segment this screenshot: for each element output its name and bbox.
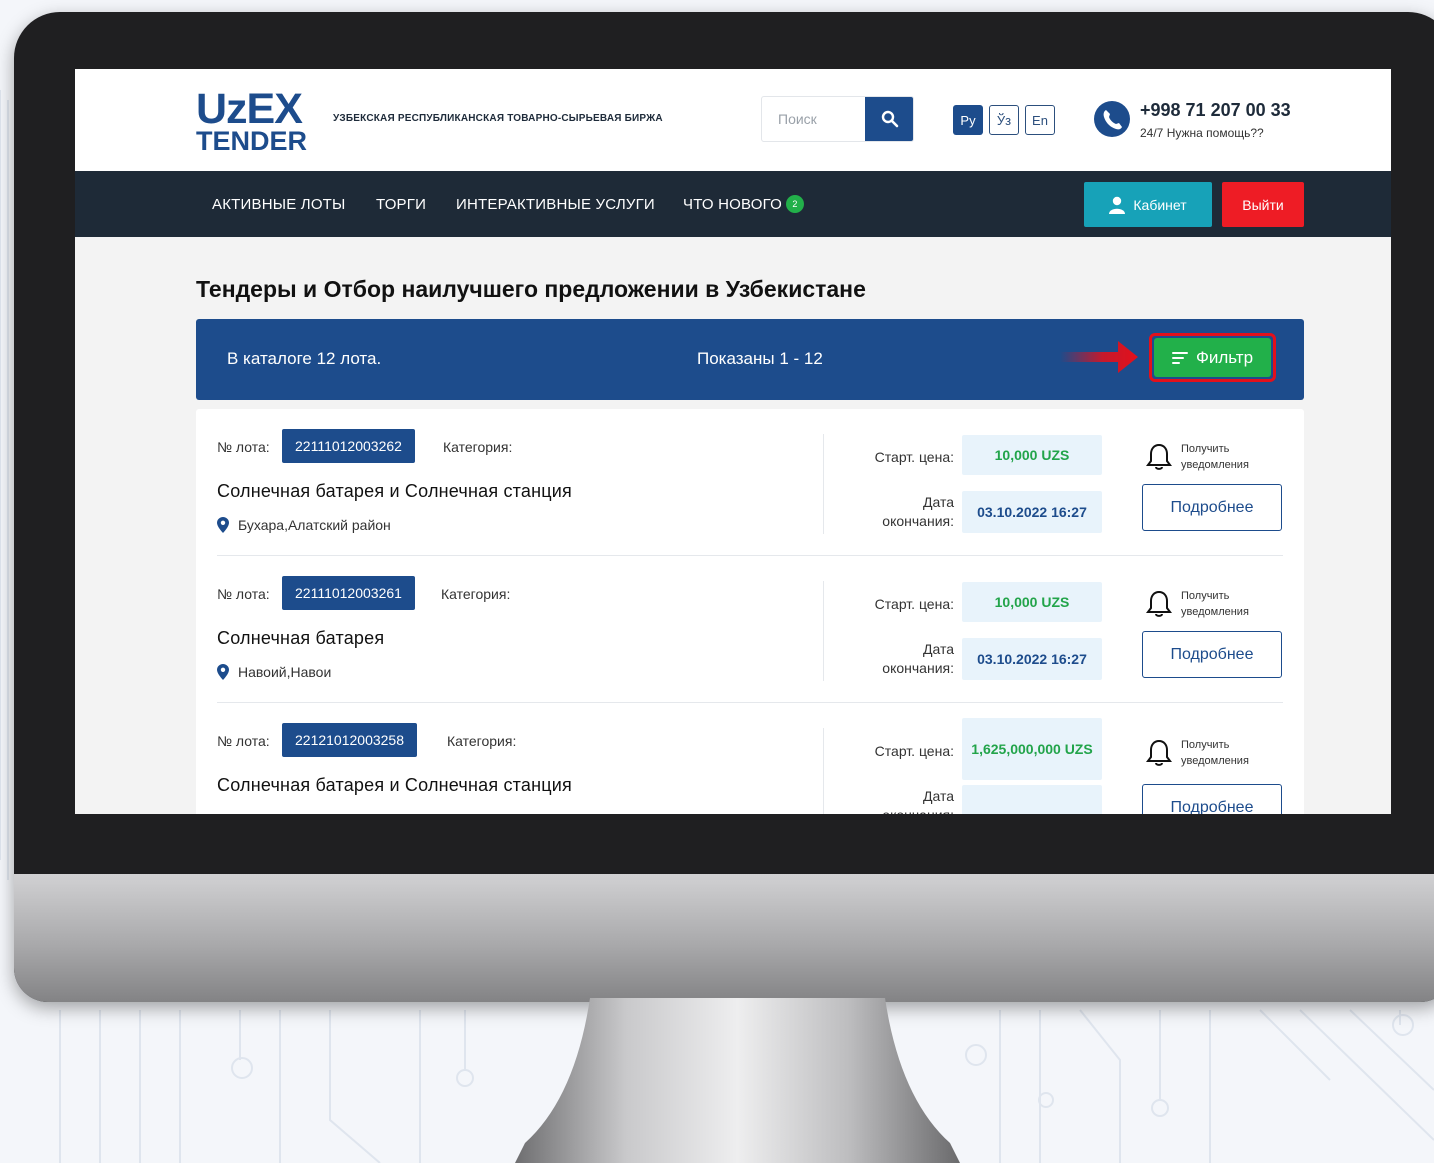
site-header: UzEX TENDER УЗБЕКСКАЯ РЕСПУБЛИКАНСКАЯ ТО… [75,69,1391,171]
arrow-right-icon [1060,341,1138,373]
filter-button[interactable]: Фильтр [1154,338,1271,377]
monitor-stand [515,998,960,1163]
user-icon [1109,196,1126,214]
news-count-badge: 2 [785,195,804,214]
language-ru-button[interactable]: Ру [953,105,983,135]
page-title: Тендеры и Отбор наилучшего предложении в… [196,276,866,302]
location-text: Бухара,Алатский район [238,517,391,533]
search-box [761,96,914,142]
filter-label: Фильтр [1195,347,1254,367]
notify-toggle[interactable]: Получить уведомления [1146,588,1271,620]
catalog-bar: В каталоге 12 лота. Показаны 1 - 12 Филь… [196,319,1304,400]
lot-number-label: № лота: [217,439,270,455]
start-price-value: 1,625,000,000 UZS [962,718,1102,780]
details-button[interactable]: Подробнее [1142,631,1282,678]
lots-list: № лота: 22111012003262 Категория: Солнеч… [196,409,1304,814]
lot-number-label: № лота: [217,733,270,749]
lot-number-label: № лота: [217,586,270,602]
monitor-chin [14,874,1434,1002]
end-date-value [962,785,1102,814]
start-price-label: Старт. цена: [874,449,954,465]
lot-location: Навоий,Навои [217,664,331,680]
notify-label: Получить уведомления [1181,590,1249,618]
logo-tender-text: TENDER [196,126,308,156]
bell-icon [1146,443,1172,470]
end-date-label: Дата окончания: [882,494,954,529]
notify-label: Получить уведомления [1181,443,1249,471]
vertical-divider [823,434,824,534]
language-en-button[interactable]: En [1025,105,1055,135]
category-label: Категория: [443,439,513,455]
nav-item-active-lots[interactable]: АКТИВНЫЕ ЛОТЫ [212,196,346,213]
lot-number[interactable]: 22121012003258 [282,723,418,757]
start-price-value: 10,000 UZS [962,582,1102,622]
catalog-count: В каталоге 12 лота. [227,349,382,368]
nav-item-trades[interactable]: ТОРГИ [376,196,426,213]
location-text: Навоий,Навои [238,664,332,680]
lot-location: Бухара,Алатский район [217,517,391,533]
search-icon [881,110,899,128]
phone-number[interactable]: +998 71 207 00 33 [1140,100,1291,121]
notify-toggle[interactable]: Получить уведомления [1146,441,1271,473]
cabinet-button[interactable]: Кабинет [1084,182,1212,227]
nav-item-whats-new[interactable]: ЧТО НОВОГО 2 [683,195,804,214]
details-button[interactable]: Подробнее [1142,784,1282,814]
end-date-label: Дата окончания: [882,788,954,814]
lot-card: № лота: 22111012003261 Категория: Солнеч… [196,556,1304,703]
vertical-divider [823,728,824,814]
category-label: Категория: [447,733,517,749]
shown-range: Показаны 1 - 12 [697,349,823,368]
uzex-tender-logo[interactable]: UzEX TENDER [196,85,316,156]
vertical-divider [823,581,824,681]
exchange-name: УЗБЕКСКАЯ РЕСПУБЛИКАНСКАЯ ТОВАРНО-СЫРЬЕВ… [333,113,663,124]
notify-label: Получить уведомления [1181,739,1249,767]
start-price-label: Старт. цена: [874,743,954,759]
lot-title[interactable]: Солнечная батарея и Солнечная станция [217,481,572,502]
logout-button[interactable]: Выйти [1222,182,1304,227]
cabinet-label: Кабинет [1133,196,1187,213]
end-date-value: 03.10.2022 16:27 [962,491,1102,533]
nav-item-interactive-services[interactable]: ИНТЕРАКТИВНЫЕ УСЛУГИ [456,196,655,213]
help-text: 24/7 Нужна помощь?? [1140,126,1264,140]
lot-number[interactable]: 22111012003261 [282,576,415,610]
details-button[interactable]: Подробнее [1142,484,1282,531]
nav-item-whats-new-label: ЧТО НОВОГО [683,196,782,213]
search-input[interactable] [762,97,865,141]
location-pin-icon [217,517,229,533]
location-pin-icon [217,664,229,680]
end-date-label: Дата окончания: [882,641,954,676]
bell-icon [1146,590,1172,617]
notify-toggle[interactable]: Получить уведомления [1146,737,1271,769]
end-date-value: 03.10.2022 16:27 [962,638,1102,680]
start-price-value: 10,000 UZS [962,435,1102,475]
language-uz-button[interactable]: Ўз [989,105,1019,135]
bell-icon [1146,739,1172,766]
main-nav: АКТИВНЫЕ ЛОТЫ ТОРГИ ИНТЕРАКТИВНЫЕ УСЛУГИ… [75,171,1391,237]
logo-uzex-text: UzEX [196,85,303,133]
lot-title[interactable]: Солнечная батарея [217,628,384,649]
search-button[interactable] [865,97,913,141]
lot-card: № лота: 22111012003262 Категория: Солнеч… [196,409,1304,556]
lot-number[interactable]: 22111012003262 [282,429,415,463]
filter-icon [1171,351,1188,364]
lot-card: № лота: 22121012003258 Категория: Солнеч… [196,703,1304,814]
lot-title[interactable]: Солнечная батарея и Солнечная станция [217,775,572,796]
category-label: Категория: [441,586,511,602]
start-price-label: Старт. цена: [874,596,954,612]
phone-icon [1094,101,1130,137]
browser-screen: UzEX TENDER УЗБЕКСКАЯ РЕСПУБЛИКАНСКАЯ ТО… [75,69,1391,814]
